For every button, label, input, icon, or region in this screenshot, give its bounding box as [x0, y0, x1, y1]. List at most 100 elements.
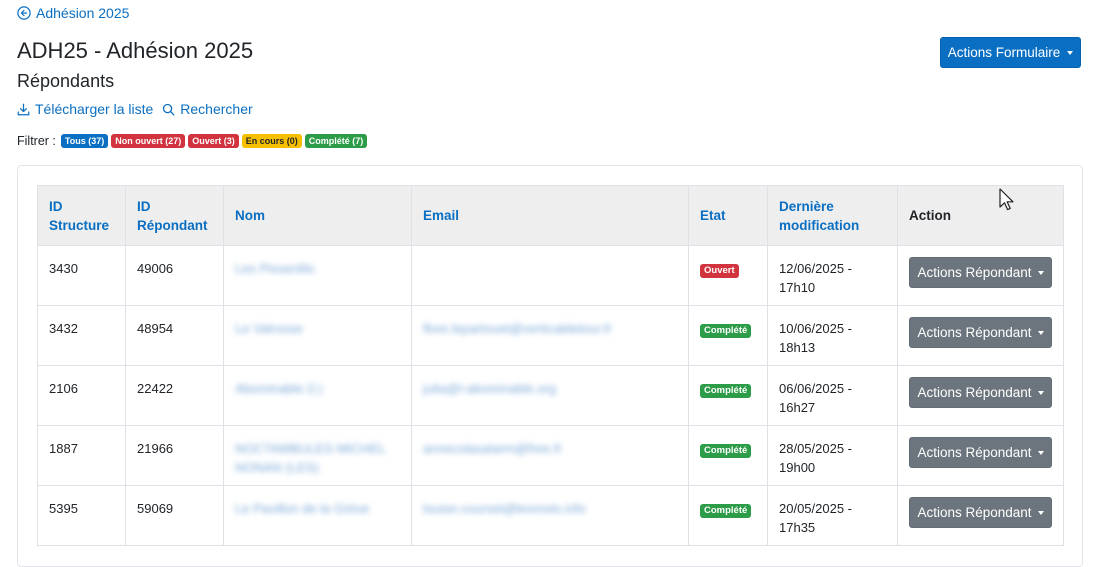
caret-down-icon [1037, 270, 1044, 275]
cell-etat: Complété [688, 425, 768, 486]
actions-formulaire-button[interactable]: Actions Formulaire [940, 37, 1081, 68]
filter-badge-in-progress[interactable]: En cours (0) [241, 134, 302, 148]
actions-repondant-label: Actions Répondant [917, 325, 1032, 340]
toolbar: Télécharger la liste Rechercher [17, 101, 253, 117]
cell-date: 12/06/2025 - 17h10 [767, 245, 898, 306]
respondents-table: ID Structure ID Répondant Nom Email Etat… [37, 185, 1064, 546]
cell-id-structure: 3432 [37, 305, 126, 366]
cell-id-structure: 3430 [37, 245, 126, 306]
filter-badge-not-opened[interactable]: Non ouvert (27) [111, 134, 186, 148]
cell-action: Actions Répondant [897, 425, 1064, 486]
page-subtitle: Répondants [17, 71, 115, 91]
cell-email[interactable] [411, 245, 689, 306]
header-id-structure[interactable]: ID Structure [37, 185, 126, 246]
header-derniere-modification[interactable]: Dernière modification [767, 185, 898, 246]
table-row: 5395 59069 Le Pavillon de la Grève louis… [37, 485, 1064, 546]
respondents-card: ID Structure ID Répondant Nom Email Etat… [17, 165, 1083, 567]
back-link[interactable]: Adhésion 2025 [17, 5, 129, 21]
cell-id-structure: 2106 [37, 365, 126, 426]
filter-badge-opened[interactable]: Ouvert (3) [188, 134, 239, 148]
status-badge: Complété [700, 504, 752, 518]
cell-action: Actions Répondant [897, 485, 1064, 546]
header-etat[interactable]: Etat [688, 185, 768, 246]
caret-down-icon [1037, 510, 1044, 515]
cell-id-repondant: 22422 [125, 365, 224, 426]
mouse-cursor-icon [999, 188, 1014, 211]
cell-email[interactable]: louise.courset@lesmots.info [411, 485, 689, 546]
cell-nom[interactable]: Le Valrosse [223, 305, 412, 366]
date-line: 28/05/2025 - [779, 441, 853, 456]
cell-id-repondant: 21966 [125, 425, 224, 486]
status-badge: Complété [700, 444, 752, 458]
cell-action: Actions Répondant [897, 365, 1064, 426]
download-list-link[interactable]: Télécharger la liste [17, 101, 153, 117]
caret-down-icon [1037, 330, 1044, 335]
time-line: 19h00 [779, 460, 816, 475]
actions-repondant-button[interactable]: Actions Répondant [909, 377, 1052, 408]
back-link-label: Adhésion 2025 [36, 5, 130, 21]
cell-email[interactable]: annecolasalarm@free.fr [411, 425, 689, 486]
cell-email[interactable]: flore.lepartouet@verticaldetour.fr [411, 305, 689, 366]
table-row: 2106 22422 Abominable (l.) julia@l-abomi… [37, 365, 1064, 426]
cell-etat: Complété [688, 365, 768, 426]
filter-label: Filtrer : [17, 134, 56, 148]
date-line: 06/06/2025 - [779, 381, 853, 396]
status-badge: Complété [700, 384, 752, 398]
actions-repondant-button[interactable]: Actions Répondant [909, 257, 1052, 288]
cell-email[interactable]: julia@l-abominable.org [411, 365, 689, 426]
actions-formulaire-label: Actions Formulaire [947, 45, 1061, 60]
arrow-left-circle-icon [17, 6, 31, 20]
date-line: 12/06/2025 - [779, 261, 853, 276]
table-row: 3430 49006 Les Pissenlits Ouvert 12/06/2… [37, 245, 1064, 306]
cell-etat: Complété [688, 305, 768, 366]
table-row: 1887 21966 NOCTAMBULES MICHEL NONAN (LES… [37, 425, 1064, 486]
cell-id-repondant: 49006 [125, 245, 224, 306]
cell-date: 06/06/2025 - 16h27 [767, 365, 898, 426]
actions-repondant-button[interactable]: Actions Répondant [909, 317, 1052, 348]
caret-down-icon [1037, 450, 1044, 455]
download-list-label: Télécharger la liste [35, 101, 154, 117]
date-line: 10/06/2025 - [779, 321, 853, 336]
header-id-repondant[interactable]: ID Répondant [125, 185, 224, 246]
cell-date: 10/06/2025 - 18h13 [767, 305, 898, 366]
cell-nom[interactable]: Les Pissenlits [223, 245, 412, 306]
actions-repondant-button[interactable]: Actions Répondant [909, 497, 1052, 528]
cell-nom[interactable]: Le Pavillon de la Grève [223, 485, 412, 546]
status-badge: Ouvert [700, 264, 739, 278]
header-nom[interactable]: Nom [223, 185, 412, 246]
page-title: ADH25 - Adhésion 2025 [17, 38, 254, 63]
table-row: 3432 48954 Le Valrosse flore.lepartouet@… [37, 305, 1064, 366]
actions-repondant-label: Actions Répondant [917, 505, 1032, 520]
search-icon [163, 103, 175, 115]
cell-nom[interactable]: NOCTAMBULES MICHEL NONAN (LES) [223, 425, 412, 486]
search-link[interactable]: Rechercher [162, 101, 253, 117]
header-action: Action [897, 185, 1064, 246]
filter-bar: Filtrer : Tous (37) Non ouvert (27) Ouve… [17, 134, 368, 148]
time-line: 17h35 [779, 520, 816, 535]
time-line: 17h10 [779, 280, 816, 295]
actions-repondant-label: Actions Répondant [917, 265, 1032, 280]
cell-etat: Complété [688, 485, 768, 546]
time-line: 18h13 [779, 340, 816, 355]
filter-badge-all[interactable]: Tous (37) [60, 134, 109, 148]
table-header-row: ID Structure ID Répondant Nom Email Etat… [37, 185, 1064, 246]
filter-badge-completed[interactable]: Complété (7) [304, 134, 368, 148]
status-badge: Complété [700, 324, 752, 338]
download-icon [17, 103, 30, 115]
cell-action: Actions Répondant [897, 245, 1064, 306]
cell-date: 28/05/2025 - 19h00 [767, 425, 898, 486]
cell-etat: Ouvert [688, 245, 768, 306]
cell-id-repondant: 48954 [125, 305, 224, 366]
caret-down-icon [1067, 50, 1074, 55]
cell-id-structure: 1887 [37, 425, 126, 486]
cell-id-structure: 5395 [37, 485, 126, 546]
cell-nom[interactable]: Abominable (l.) [223, 365, 412, 426]
cell-id-repondant: 59069 [125, 485, 224, 546]
cell-action: Actions Répondant [897, 305, 1064, 366]
header-email[interactable]: Email [411, 185, 689, 246]
actions-repondant-label: Actions Répondant [917, 385, 1032, 400]
caret-down-icon [1037, 390, 1044, 395]
actions-repondant-label: Actions Répondant [917, 445, 1032, 460]
search-label: Rechercher [180, 101, 253, 117]
actions-repondant-button[interactable]: Actions Répondant [909, 437, 1052, 468]
